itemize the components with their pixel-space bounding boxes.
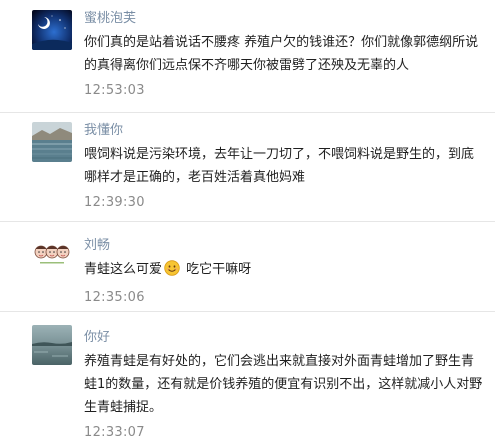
- comment-item: 蜜桃泡芙 你们真的是站着说话不腰疼 养殖户欠的钱谁还？你们就像郭德纲所说的真得离…: [0, 0, 495, 113]
- smiling-face-emoji: [164, 260, 180, 284]
- comment-text: 养殖青蛙是有好处的，它们会逃出来就直接对外面青蛙增加了野生青蛙1的数量，还有就是…: [84, 354, 483, 415]
- comment-text-part: 吃它干嘛呀: [182, 262, 252, 277]
- comment-time: 12:53:03: [84, 83, 145, 98]
- comment-text-part: 青蛙这么可爱: [84, 262, 163, 277]
- night-sky-avatar[interactable]: [32, 10, 72, 50]
- comment-text: 喂饲料说是污染环境，去年让一刀切了，不喂饲料说是野生的，到底哪样才是正确的，老百…: [84, 147, 475, 185]
- comment-time: 12:33:07: [84, 425, 145, 440]
- comment-username[interactable]: 你好: [84, 330, 110, 346]
- landscape-avatar[interactable]: [32, 122, 72, 162]
- comment-time: 12:39:30: [84, 195, 145, 210]
- comment-text: 你们真的是站着说话不腰疼 养殖户欠的钱谁还？你们就像郭德纲所说的真得离你们远点保…: [84, 35, 479, 73]
- lake-avatar[interactable]: [32, 325, 72, 365]
- comment-item: 你好 养殖青蛙是有好处的，它们会逃出来就直接对外面青蛙增加了野生青蛙1的数量，还…: [0, 311, 495, 448]
- comment-item: 刘畅 青蛙这么可爱 吃它干嘛呀 12:35:06: [0, 221, 495, 312]
- comment-item: 我懂你 喂饲料说是污染环境，去年让一刀切了，不喂饲料说是野生的，到底哪样才是正确…: [0, 112, 495, 222]
- comment-username[interactable]: 我懂你: [84, 123, 123, 139]
- comment-time: 12:35:06: [84, 290, 145, 305]
- comment-list: 蜜桃泡芙 你们真的是站着说话不腰疼 养殖户欠的钱谁还？你们就像郭德纲所说的真得离…: [0, 0, 495, 448]
- comment-username[interactable]: 蜜桃泡芙: [84, 11, 136, 27]
- comment-username[interactable]: 刘畅: [84, 238, 110, 254]
- cartoon-faces-avatar[interactable]: [32, 232, 72, 272]
- comment-text: 青蛙这么可爱 吃它干嘛呀: [84, 258, 484, 284]
